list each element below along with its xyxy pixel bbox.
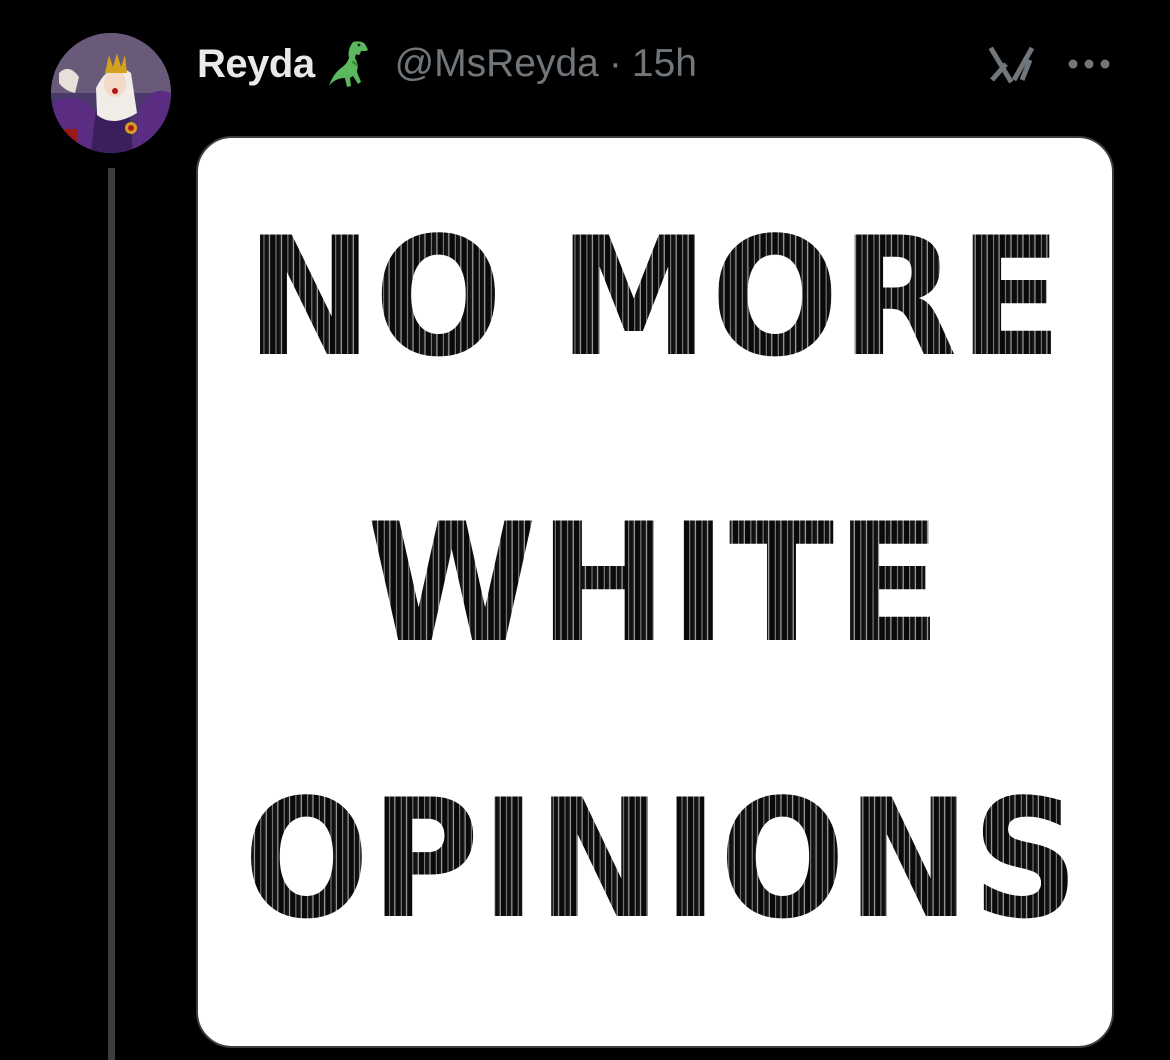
image-text-line-2: WHITE — [366, 488, 944, 679]
grok-logo-icon[interactable] — [988, 42, 1038, 86]
tweet-header: Reyda @MsReyda · 15h — [197, 38, 697, 90]
t-rex-dinosaur-icon — [328, 41, 368, 87]
more-options-icon[interactable] — [1064, 53, 1114, 75]
image-text-line-1: NO MORE — [246, 202, 1064, 393]
timestamp[interactable]: 15h — [632, 42, 697, 86]
avatar-image — [51, 33, 171, 153]
user-handle[interactable]: @MsReyda — [395, 42, 599, 86]
tweet-media-image[interactable]: NO MORE WHITE OPINIONS — [196, 136, 1114, 1048]
thread-connector-line — [108, 168, 115, 1060]
display-name[interactable]: Reyda — [197, 42, 315, 87]
image-text-line-3: OPINIONS — [243, 764, 1081, 955]
avatar[interactable] — [51, 33, 171, 153]
tweet-container: Reyda @MsReyda · 15h NO MORE WHITE OPINI… — [0, 0, 1170, 1060]
separator-dot: · — [608, 42, 622, 85]
